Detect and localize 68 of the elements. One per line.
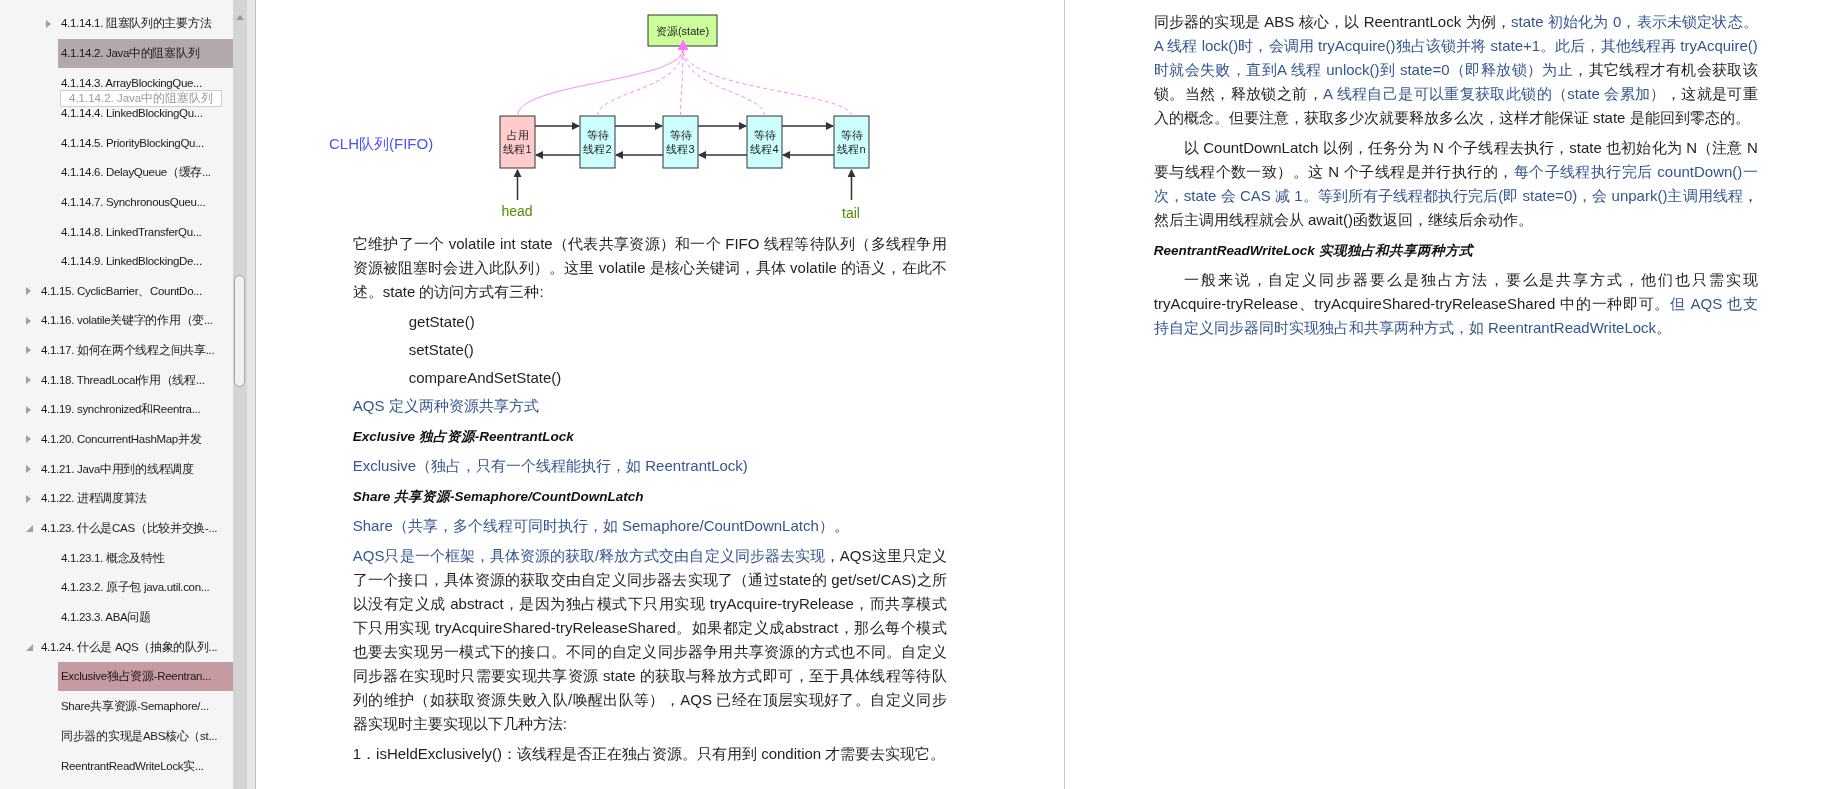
paragraph: 一般来说，自定义同步器要么是独占方法，要么是共享方式，他们也只需实现 tryAcquire-tryRelease、tryAcquireShared-tryReleaseShared 中的一种即可。但 AQS 也支持自定义同步器同时实现独占和共享两种方式，如 ReentrantReadWriteLock。 <box>1153 270 1758 338</box>
link-arrows <box>697 122 748 159</box>
queue-node: 等待 线程4 <box>746 115 783 169</box>
tooltip: 4.1.14.2. Java中的阻塞队列 <box>60 90 223 107</box>
outline-item[interactable]: 4.1.23.3. ABA问题 <box>58 603 233 633</box>
outline-item[interactable]: ReentrantReadWriteLock实... <box>58 751 233 781</box>
collapsed-triangle-icon[interactable] <box>46 19 51 28</box>
section-heading: Exclusive 独占资源-ReentrantLock <box>352 428 575 446</box>
queue-label: CLH队列(FIFO) <box>328 135 433 152</box>
outline-item[interactable]: 4.1.14.2. Java中的阻塞队列 <box>58 39 233 69</box>
queue-node: 等待 线程3 <box>662 115 699 169</box>
queue-node: 等待 线程2 <box>579 115 616 169</box>
scroll-up-icon[interactable] <box>235 15 244 20</box>
outline-item[interactable]: 4.1.17. 如何在两个线程之间共享... <box>38 335 233 365</box>
head-arrow <box>513 169 522 201</box>
outline-item[interactable]: 4.1.23. 什么是CAS（比较并交换-... <box>38 514 233 544</box>
method-name: compareAndSetState() <box>408 368 563 388</box>
section-heading: Share 共享资源-Semaphore/CountDownLatch <box>352 488 645 506</box>
outline-item[interactable]: 4.1.14.1. 阻塞队列的主要方法 <box>58 9 233 39</box>
collapsed-triangle-icon[interactable] <box>26 316 31 325</box>
tail-label: tail <box>841 205 860 221</box>
paragraph: 以 CountDownLatch 以例，任务分为 N 个子线程去执行，state 也初始化为 N（注意 N 要与线程个数一致）。这 N 个子线程是并行执行的，每个子线程执行完后 countDown()一次，state 会 CAS 减 1。等到所有子线程都执行完后(即 state=0)，会 unpark()主调用线程，然后主调用线程就会从 await()函数返回，继续后余动作。 <box>1153 138 1758 230</box>
method-name: getState() <box>408 312 476 332</box>
link-arrows <box>781 122 835 159</box>
paragraph: Exclusive（独占，只有一个线程能执行，如 ReentrantLock) <box>352 456 749 476</box>
collapsed-triangle-icon[interactable] <box>26 405 31 414</box>
queue-node: 占用 线程1 <box>499 115 536 169</box>
paragraph: AQS 定义两种资源共享方式 <box>352 396 540 416</box>
queue-node: 等待 线程n <box>833 115 870 169</box>
outline-item[interactable]: 4.1.14.6. DelayQueue（缓存... <box>58 157 233 187</box>
outline-item[interactable]: 4.1.23.2. 原子包 java.util.con... <box>58 573 233 603</box>
paragraph: 同步器的实现是 ABS 核心，以 ReentrantLock 为例，state 初始化为 0，表示未锁定状态。A 线程 lock()时，会调用 tryAcquire()独占该锁并将 state+1。此后，其他线程再 tryAcquire()时就会失败，直到A 线程 unlock()到 state=0（即释放锁）为止，其它线程才有机会获取该锁。当然，释放锁之前，A 线程自己是可以重复获取此锁的（state 会累加），这就是可重入的概念。但要注意，获取多少次就要释放多么次，这样才能保证 state 是能回到零态的。 <box>1153 12 1758 128</box>
paragraph: 1．isHeldExclusively()：该线程是否正在独占资源。只有用到 condition 才需要去实现它。 <box>352 744 947 764</box>
scroll-thumb[interactable] <box>233 275 245 387</box>
outline-item[interactable]: 4.1.14.7. SynchronousQueu... <box>58 188 233 215</box>
link-arrows <box>534 122 581 159</box>
outline-item[interactable]: Exclusive独占资源-Reentran... <box>58 662 233 692</box>
collapsed-triangle-icon[interactable] <box>26 435 31 444</box>
head-label: head <box>501 203 533 219</box>
outline-item[interactable]: 4.1.19. synchronized和Reentra... <box>38 395 233 425</box>
section-heading: ReentrantReadWriteLock 实现独占和共享两种方式 <box>1153 242 1476 260</box>
collapsed-triangle-icon[interactable] <box>26 346 31 355</box>
outline-item[interactable]: 4.1.20. ConcurrentHashMap并发 <box>38 424 233 454</box>
resource-node: 资源(state) <box>647 14 718 47</box>
collapsed-triangle-icon[interactable] <box>26 494 31 503</box>
outline-item[interactable]: 4.1.23.1. 概念及特性 <box>58 543 233 573</box>
outline-item[interactable]: 4.1.14.9. LinkedBlockingDe... <box>58 248 233 275</box>
outline-item[interactable]: 4.1.22. 进程调度算法 <box>38 484 233 514</box>
paragraph: 它维护了一个 volatile int state（代表共享资源）和一个 FIFO 线程等待队列（多线程争用资源被阻塞时会进入此队列）。这里 volatile 是核心关键词，具体 volatile 的语义，在此不述。state 的访问方式有三种: <box>352 234 947 302</box>
outline-item[interactable]: 4.1.24. 什么是 AQS（抽象的队列... <box>38 632 233 662</box>
expanded-triangle-icon[interactable] <box>26 643 33 651</box>
link-arrows <box>614 122 664 159</box>
outline-item[interactable]: 4.1.16. volatile关键字的作用（变... <box>38 306 233 336</box>
outline-item[interactable]: 4.1.14.5. PriorityBlockingQu... <box>58 129 233 156</box>
paragraph: Share（共享，多个线程可同时执行，如 Semaphore/CountDownLatch）。 <box>352 516 850 536</box>
outline-item[interactable]: 同步器的实现是ABS核心（st... <box>58 721 233 751</box>
collapsed-triangle-icon[interactable] <box>26 376 31 385</box>
outline-item[interactable]: 4.1.18. ThreadLocal作用（线程... <box>38 365 233 395</box>
collapsed-triangle-icon[interactable] <box>26 465 31 474</box>
collapsed-triangle-icon[interactable] <box>26 287 31 296</box>
outline-item[interactable]: 4.1.14.8. LinkedTransferQu... <box>58 218 233 245</box>
outline-item[interactable]: 4.1.15. CyclicBarrier、CountDo... <box>38 276 233 306</box>
outline-item[interactable]: Share共享资源-Semaphore/... <box>58 692 233 722</box>
outline-item[interactable]: 4.1.21. Java中用到的线程调度 <box>38 454 233 484</box>
expanded-triangle-icon[interactable] <box>26 525 33 533</box>
paragraph: AQS只是一个框架，具体资源的获取/释放方式交由自定义同步器去实现，AQS这里只定义了一个接口，具体资源的获取交由自定义同步器去实现了（通过state的 get/set/CAS)之所以没有定义成 abstract，是因为独占模式下只用实现 tryAcquire-tryRelease，而共享模式下只用实现 tryAcquireShared-tryReleaseShared。如果都定义成abstract，那么每个模式也要去实现另一模式下的接口。不同的自定义同步器争用共享资源的方式也不同。自定义同步器在实现时只需要实现共享资源 state 的获取与释放方式即可，至于具体线程等待队列的维护（如获取资源失败入队/唤醒出队等），AQS 已经在顶层实现好了。自定义同步器实现时主要实现以下几种方法: <box>352 546 947 734</box>
method-name: setState() <box>408 340 475 360</box>
tail-arrow <box>847 169 856 201</box>
